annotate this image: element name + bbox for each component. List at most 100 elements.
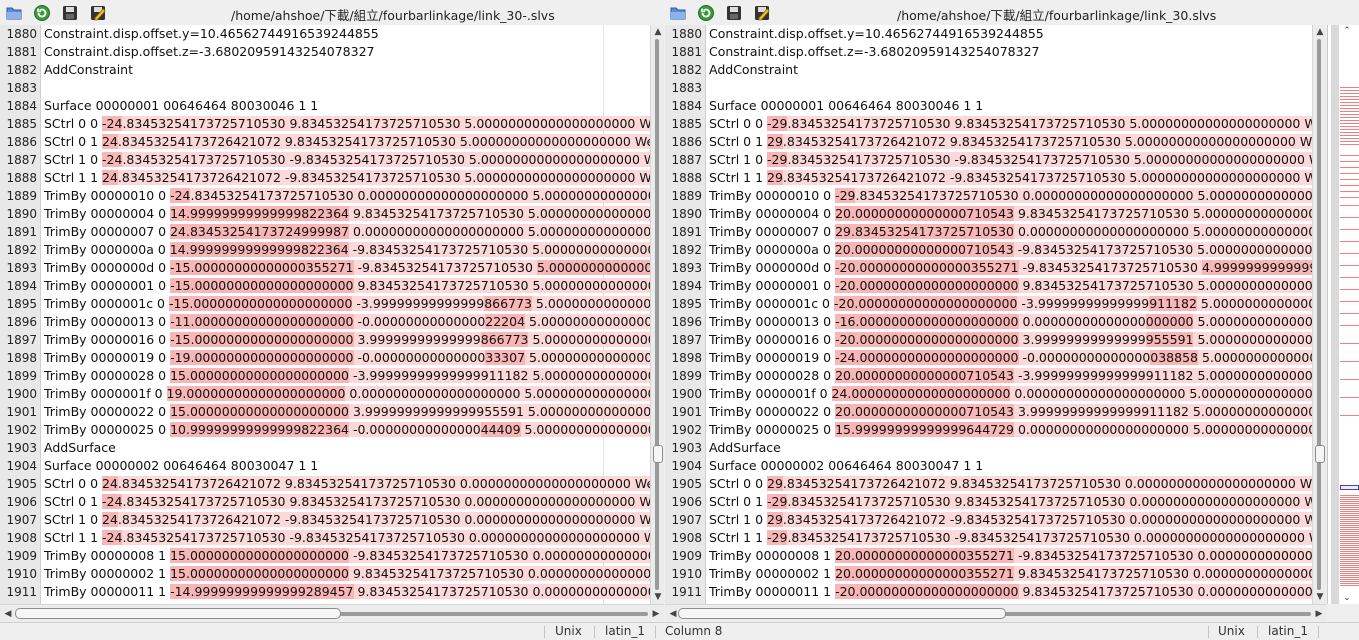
left-eol-status[interactable]: Unix	[555, 624, 582, 638]
code-line[interactable]: 1911 TrimBy 00000011 1 -14.99999999999999…	[0, 583, 650, 601]
code-line[interactable]: 1906 SCtrl 0 1 -29.83453254173725710530 9…	[665, 493, 1312, 511]
scroll-right-icon[interactable]: ▶	[650, 608, 662, 620]
code-line[interactable]: 1891 TrimBy 00000007 0 29.834532541737257…	[665, 223, 1312, 241]
code-line[interactable]: 1910 TrimBy 00000002 1 15.000000000000000…	[0, 565, 650, 583]
save-icon[interactable]	[725, 4, 743, 22]
code-line[interactable]: 1897 TrimBy 00000016 0 -20.00000000000000…	[665, 331, 1312, 349]
refresh-icon[interactable]	[33, 4, 51, 22]
code-line[interactable]: 1892 TrimBy 0000000a 0 14.999999999999998…	[0, 241, 650, 259]
code-line[interactable]: 1905 SCtrl 0 0 29.83453254173726421072 9.…	[665, 475, 1312, 493]
code-line[interactable]: 1892 TrimBy 0000000a 0 20.000000000000007…	[665, 241, 1312, 259]
code-line[interactable]: 1889 TrimBy 00000010 0 -29.83453254173725…	[665, 187, 1312, 205]
code-line[interactable]: 1900 TrimBy 0000001f 0 24.000000000000000…	[665, 385, 1312, 403]
code-line[interactable]: 1881 Constraint.disp.offset.z=-3.68020959…	[665, 43, 1312, 61]
code-line[interactable]: 1898 TrimBy 00000019 0 -24.00000000000000…	[665, 349, 1312, 367]
code-line[interactable]: 1899 TrimBy 00000028 0 15.000000000000000…	[0, 367, 650, 385]
code-line[interactable]: 1895 TrimBy 0000001c 0 -20.00000000000000…	[665, 295, 1312, 313]
code-line[interactable]: 1896 TrimBy 00000013 0 -16.00000000000000…	[665, 313, 1312, 331]
scrollbar-thumb[interactable]	[15, 608, 341, 619]
code-line[interactable]: 1904 Surface 00000002 00646464 80030047 1…	[0, 457, 650, 475]
code-line[interactable]: 1880 Constraint.disp.offset.y=10.46562744…	[0, 25, 650, 43]
code-line[interactable]: 1902 TrimBy 00000025 0 15.999999999999996…	[665, 421, 1312, 439]
left-encoding-status[interactable]: latin_1	[605, 624, 645, 638]
right-horizontal-scrollbar[interactable]: ◀ ▶	[665, 604, 1327, 622]
code-line[interactable]: 1904 Surface 00000002 00646464 80030047 1…	[665, 457, 1312, 475]
scroll-down-icon[interactable]: ⌄	[1341, 592, 1353, 604]
code-line[interactable]: 1887 SCtrl 1 0 -29.83453254173725710530 -…	[665, 151, 1312, 169]
scroll-right-icon[interactable]: ▶	[1313, 608, 1325, 620]
code-line[interactable]: 1907 SCtrl 1 0 24.83453254173726421072 -9…	[0, 511, 650, 529]
code-line[interactable]: 1896 TrimBy 00000013 0 -11.00000000000000…	[0, 313, 650, 331]
scrollbar-thumb[interactable]	[678, 608, 1006, 619]
left-vertical-scrollbar[interactable]: ▲ ▼	[650, 25, 664, 604]
code-line[interactable]: 1886 SCtrl 0 1 29.83453254173726421072 9.…	[665, 133, 1312, 151]
diff-overview-map[interactable]: ⌃ ⌄	[1327, 25, 1359, 604]
right-eol-status[interactable]: Unix	[1218, 624, 1245, 638]
code-line[interactable]: 1903 AddSurface	[665, 439, 1312, 457]
code-line[interactable]: 1890 TrimBy 00000004 0 14.999999999999998…	[0, 205, 650, 223]
scrollbar-thumb[interactable]	[1315, 445, 1325, 463]
scroll-up-icon[interactable]: ▲	[1314, 26, 1326, 38]
code-line[interactable]: 1909 TrimBy 00000008 1 20.000000000000003…	[665, 547, 1312, 565]
save-as-icon[interactable]	[753, 4, 771, 22]
code-line[interactable]: 1898 TrimBy 00000019 0 -19.00000000000000…	[0, 349, 650, 367]
code-line[interactable]: 1885 SCtrl 0 0 -24.83453254173725710530 9…	[0, 115, 650, 133]
scroll-up-icon[interactable]: ⌃	[1341, 25, 1353, 37]
code-line[interactable]: 1888 SCtrl 1 1 24.83453254173726421072 -9…	[0, 169, 650, 187]
code-line[interactable]: 1884 Surface 00000001 00646464 80030046 1…	[0, 97, 650, 115]
right-encoding-status[interactable]: latin_1	[1268, 624, 1308, 638]
left-horizontal-scrollbar[interactable]: ◀ ▶	[0, 604, 664, 622]
code-line[interactable]: 1882 AddConstraint	[665, 61, 1312, 79]
line-text: SCtrl 0 1 24.83453254173726421072 9.8345…	[44, 133, 650, 151]
right-text-editor[interactable]: 1880 Constraint.disp.offset.y=10.46562744…	[665, 25, 1312, 604]
code-line[interactable]: 1911 TrimBy 00000011 1 -20.00000000000000…	[665, 583, 1312, 601]
code-line[interactable]: 1909 TrimBy 00000008 1 15.000000000000000…	[0, 547, 650, 565]
code-line[interactable]: 1882 AddConstraint	[0, 61, 650, 79]
code-line[interactable]: 1880 Constraint.disp.offset.y=10.46562744…	[665, 25, 1312, 43]
code-line[interactable]: 1888 SCtrl 1 1 29.83453254173726421072 -9…	[665, 169, 1312, 187]
code-line[interactable]: 1893 TrimBy 0000000d 0 -15.00000000000000…	[0, 259, 650, 277]
code-line[interactable]: 1885 SCtrl 0 0 -29.83453254173725710530 9…	[665, 115, 1312, 133]
code-line[interactable]: 1891 TrimBy 00000007 0 24.834532541737249…	[0, 223, 650, 241]
code-line[interactable]: 1899 TrimBy 00000028 0 20.000000000000007…	[665, 367, 1312, 385]
code-line[interactable]: 1889 TrimBy 00000010 0 -24.83453254173725…	[0, 187, 650, 205]
code-line[interactable]: 1883	[0, 79, 650, 97]
code-line[interactable]: 1897 TrimBy 00000016 0 -15.00000000000000…	[0, 331, 650, 349]
code-line[interactable]: 1902 TrimBy 00000025 0 10.999999999999998…	[0, 421, 650, 439]
scroll-left-icon[interactable]: ◀	[2, 608, 14, 620]
code-line[interactable]: 1908 SCtrl 1 1 -29.83453254173725710530 -…	[665, 529, 1312, 547]
code-line[interactable]: 1901 TrimBy 00000022 0 20.000000000000007…	[665, 403, 1312, 421]
scrollbar-thumb[interactable]	[653, 445, 663, 463]
scroll-up-icon[interactable]: ▲	[652, 26, 664, 38]
code-line[interactable]: 1890 TrimBy 00000004 0 20.000000000000007…	[665, 205, 1312, 223]
scroll-down-icon[interactable]: ▼	[1314, 591, 1326, 603]
code-line[interactable]: 1903 AddSurface	[0, 439, 650, 457]
line-text: TrimBy 00000010 0 -29.834532541737257105…	[709, 187, 1312, 205]
code-line[interactable]: 1894 TrimBy 00000001 0 -20.00000000000000…	[665, 277, 1312, 295]
code-line[interactable]: 1883	[665, 79, 1312, 97]
code-line[interactable]: 1910 TrimBy 00000002 1 20.000000000000003…	[665, 565, 1312, 583]
code-line[interactable]: 1908 SCtrl 1 1 -24.83453254173725710530 -…	[0, 529, 650, 547]
diff-marker	[1340, 117, 1359, 118]
overview-viewport[interactable]	[1340, 485, 1359, 490]
scroll-down-icon[interactable]: ▼	[652, 591, 664, 603]
code-line[interactable]: 1900 TrimBy 0000001f 0 19.000000000000000…	[0, 385, 650, 403]
code-line[interactable]: 1886 SCtrl 0 1 24.83453254173726421072 9.…	[0, 133, 650, 151]
code-line[interactable]: 1901 TrimBy 00000022 0 15.000000000000000…	[0, 403, 650, 421]
code-line[interactable]: 1906 SCtrl 0 1 -24.83453254173725710530 9…	[0, 493, 650, 511]
code-line[interactable]: 1905 SCtrl 0 0 24.83453254173726421072 9.…	[0, 475, 650, 493]
refresh-icon[interactable]	[697, 4, 715, 22]
open-icon[interactable]	[5, 4, 23, 22]
code-line[interactable]: 1907 SCtrl 1 0 29.83453254173726421072 -9…	[665, 511, 1312, 529]
save-icon[interactable]	[61, 4, 79, 22]
open-icon[interactable]	[669, 4, 687, 22]
code-line[interactable]: 1884 Surface 00000001 00646464 80030046 1…	[665, 97, 1312, 115]
code-line[interactable]: 1887 SCtrl 1 0 -24.83453254173725710530 -…	[0, 151, 650, 169]
code-line[interactable]: 1894 TrimBy 00000001 0 -15.00000000000000…	[0, 277, 650, 295]
save-as-icon[interactable]	[89, 4, 107, 22]
code-line[interactable]: 1893 TrimBy 0000000d 0 -20.00000000000000…	[665, 259, 1312, 277]
code-line[interactable]: 1881 Constraint.disp.offset.z=-3.68020959…	[0, 43, 650, 61]
left-text-editor[interactable]: 1880 Constraint.disp.offset.y=10.46562744…	[0, 25, 650, 604]
code-line[interactable]: 1895 TrimBy 0000001c 0 -15.00000000000000…	[0, 295, 650, 313]
right-vertical-scrollbar[interactable]: ▲ ▼	[1312, 25, 1326, 604]
